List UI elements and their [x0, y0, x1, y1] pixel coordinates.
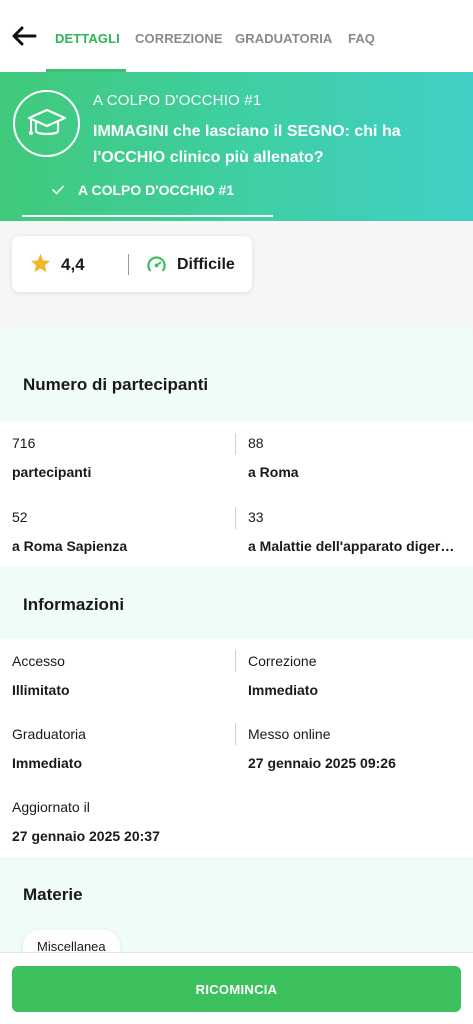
tab-faq[interactable]: FAQ	[348, 31, 375, 46]
bottom-bar: RICOMINCIA	[0, 952, 473, 1024]
screen: DETTAGLI CORREZIONE GRADUATORIA FAQ A CO…	[0, 0, 473, 1024]
participants-label: a Roma	[248, 464, 299, 480]
info-value: Immediato	[248, 682, 319, 698]
info-access: Accesso Illimitato	[12, 653, 222, 698]
top-nav: DETTAGLI CORREZIONE GRADUATORIA FAQ	[0, 0, 473, 72]
check-icon	[52, 185, 64, 195]
info-value: 27 gennaio 2025 09:26	[248, 755, 396, 771]
participants-label: a Roma Sapienza	[12, 538, 128, 554]
subjects-section: Materie Miscellanea	[0, 857, 473, 964]
participants-title: Numero di partecipanti	[23, 375, 209, 394]
tab-dettagli[interactable]: DETTAGLI	[55, 31, 120, 46]
rating-card: 4,4 Difficile	[12, 236, 252, 292]
quiz-kicker: A COLPO D'OCCHIO #1	[93, 92, 262, 109]
info-title: Informazioni	[23, 595, 125, 614]
divider	[128, 254, 129, 275]
subjects-title: Materie	[23, 885, 83, 904]
participants-count: 33	[248, 509, 264, 525]
info-section-header: Informazioni	[0, 566, 473, 639]
difficulty-label: Difficile	[177, 256, 235, 273]
info-key: Accesso	[12, 653, 65, 669]
rating-value: 4,4	[61, 255, 85, 274]
participants-label: partecipanti	[12, 464, 92, 480]
divider	[235, 507, 236, 529]
graduation-cap-icon	[13, 90, 80, 157]
back-button[interactable]	[8, 20, 40, 52]
quiz-subtab-label: A COLPO D'OCCHIO #1	[78, 182, 235, 198]
quiz-header: A COLPO D'OCCHIO #1 IMMAGINI che lascian…	[0, 72, 473, 221]
info-published: Messo online 27 gennaio 2025 09:26	[248, 726, 460, 771]
participants-section-header: Numero di partecipanti	[0, 326, 473, 422]
info-key: Messo online	[248, 726, 331, 742]
info-correction: Correzione Immediato	[248, 653, 460, 698]
divider	[235, 723, 236, 745]
tab-correzione[interactable]: CORREZIONE	[135, 31, 223, 46]
gauge-icon	[147, 256, 166, 272]
star-icon	[30, 253, 51, 273]
info-ranking: Graduatoria Immediato	[12, 726, 222, 771]
participants-count: 88	[248, 435, 264, 451]
info-value: Illimitato	[12, 682, 70, 698]
arrow-left-icon	[12, 26, 37, 46]
participants-specialty: 33 a Malattie dell'apparato digerente	[248, 509, 460, 554]
quiz-title: IMMAGINI che lasciano il SEGNO: chi ha l…	[93, 123, 401, 166]
participants-total: 716 partecipanti	[12, 435, 222, 480]
restart-button[interactable]: RICOMINCIA	[12, 966, 461, 1012]
participants-city: 88 a Roma	[248, 435, 460, 480]
info-value: 27 gennaio 2025 20:37	[12, 828, 160, 844]
participants-grid: 716 partecipanti 88 a Roma 52 a Roma Sap…	[0, 422, 473, 566]
divider	[235, 650, 236, 672]
divider	[235, 433, 236, 455]
info-grid: Accesso Illimitato Correzione Immediato …	[0, 639, 473, 857]
participants-count: 52	[12, 509, 28, 525]
quiz-subtab[interactable]: A COLPO D'OCCHIO #1	[52, 182, 234, 198]
participants-label: a Malattie dell'apparato digerente	[248, 538, 460, 554]
info-value: Immediato	[12, 755, 83, 771]
info-key: Correzione	[248, 653, 317, 669]
subtab-indicator	[22, 215, 273, 217]
participants-university: 52 a Roma Sapienza	[12, 509, 222, 554]
info-updated: Aggiornato il 27 gennaio 2025 20:37	[12, 799, 452, 844]
tab-graduatoria[interactable]: GRADUATORIA	[235, 31, 332, 46]
info-key: Aggiornato il	[12, 799, 90, 815]
info-key: Graduatoria	[12, 726, 86, 742]
participants-count: 716	[12, 435, 36, 451]
